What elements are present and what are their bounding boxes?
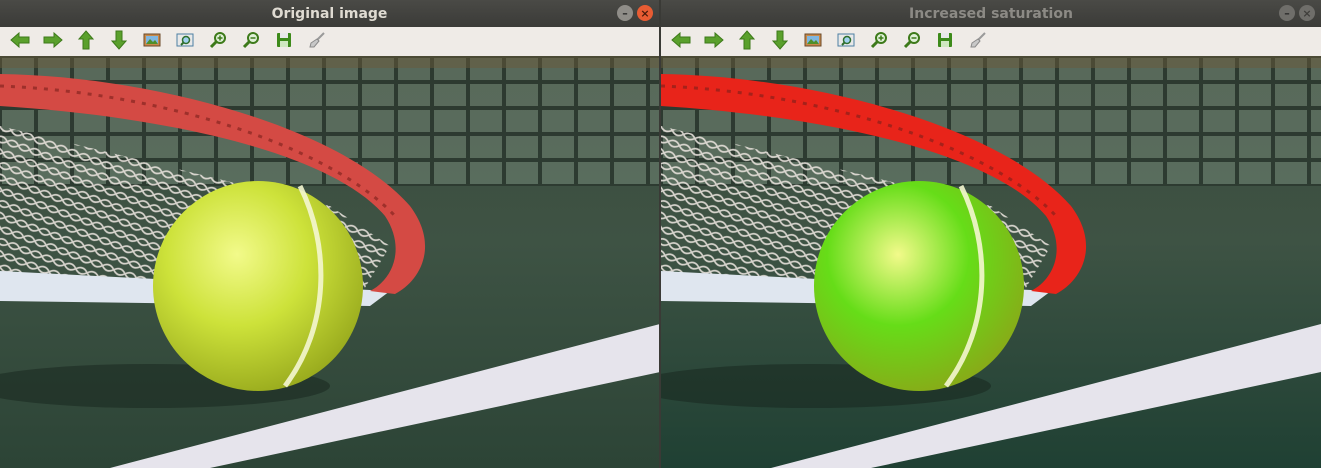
minimize-button[interactable]: – xyxy=(617,5,633,21)
arrow-up-icon xyxy=(738,29,755,54)
arrow-right-button[interactable] xyxy=(41,30,64,53)
save-button[interactable] xyxy=(272,30,295,53)
zoom-fit-icon xyxy=(837,32,855,52)
brush-button[interactable] xyxy=(966,30,989,53)
close-button[interactable]: × xyxy=(637,5,653,21)
zoom-in-icon xyxy=(209,31,227,53)
zoom-out-icon xyxy=(242,31,260,53)
window-title: Original image xyxy=(271,5,388,22)
minimize-button[interactable]: – xyxy=(1279,5,1295,21)
zoom-out-button[interactable] xyxy=(900,30,923,53)
window-saturated: Increased saturation – × xyxy=(661,0,1321,468)
arrow-up-button[interactable] xyxy=(74,29,97,54)
arrow-down-icon xyxy=(771,30,788,54)
image-canvas[interactable] xyxy=(0,56,659,468)
arrow-left-icon xyxy=(9,31,30,52)
arrow-right-button[interactable] xyxy=(702,30,725,53)
zoom-in-icon xyxy=(870,31,888,53)
arrow-down-button[interactable] xyxy=(768,30,791,53)
save-button[interactable] xyxy=(933,30,956,53)
brush-icon xyxy=(308,31,326,53)
arrow-left-button[interactable] xyxy=(8,30,31,53)
arrow-right-icon xyxy=(704,31,724,52)
toolbar xyxy=(0,27,659,57)
minimize-icon: – xyxy=(622,6,628,20)
image-icon xyxy=(143,32,161,52)
arrow-up-button[interactable] xyxy=(735,29,758,54)
arrow-down-icon xyxy=(110,30,127,54)
brush-icon xyxy=(969,31,987,53)
zoom-out-icon xyxy=(903,31,921,53)
titlebar[interactable]: Increased saturation – × xyxy=(661,0,1321,27)
window-title: Increased saturation xyxy=(909,5,1073,22)
image-button[interactable] xyxy=(801,30,824,53)
image-button[interactable] xyxy=(140,30,163,53)
zoom-fit-icon xyxy=(176,32,194,52)
arrow-right-icon xyxy=(43,31,63,52)
zoom-in-button[interactable] xyxy=(206,30,229,53)
arrow-left-icon xyxy=(670,31,691,52)
zoom-in-button[interactable] xyxy=(867,30,890,53)
save-icon xyxy=(937,32,953,52)
zoom-fit-button[interactable] xyxy=(834,30,857,53)
save-icon xyxy=(276,32,292,52)
arrow-down-button[interactable] xyxy=(107,30,130,53)
window-original: Original image – × xyxy=(0,0,659,468)
close-icon: × xyxy=(640,6,650,20)
arrow-left-button[interactable] xyxy=(669,30,692,53)
zoom-out-button[interactable] xyxy=(239,30,262,53)
zoom-fit-button[interactable] xyxy=(173,30,196,53)
titlebar[interactable]: Original image – × xyxy=(0,0,659,27)
close-button[interactable]: × xyxy=(1299,5,1315,21)
close-icon: × xyxy=(1302,6,1312,20)
minimize-icon: – xyxy=(1284,6,1290,20)
toolbar xyxy=(661,27,1321,57)
brush-button[interactable] xyxy=(305,30,328,53)
image-canvas[interactable] xyxy=(661,56,1321,468)
image-icon xyxy=(804,32,822,52)
arrow-up-icon xyxy=(77,29,94,54)
